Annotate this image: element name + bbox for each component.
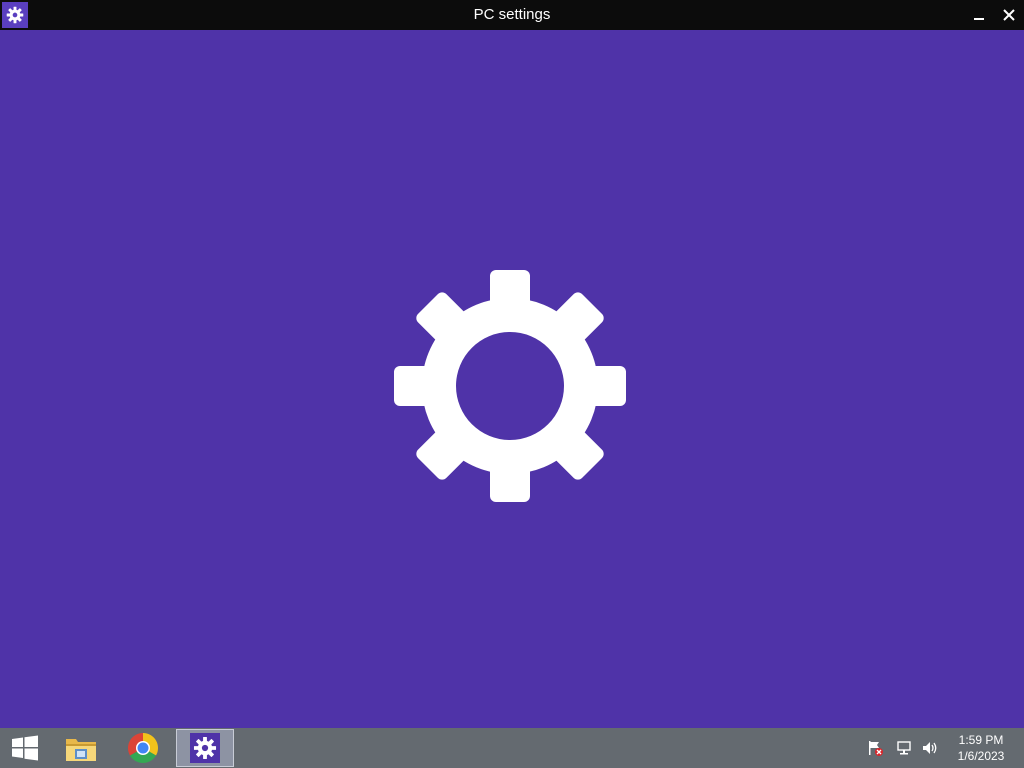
volume-icon [923,742,937,754]
close-icon [1003,9,1015,21]
clock-date: 1/6/2023 [957,749,1005,763]
minimize-button[interactable] [964,0,994,30]
settings-gear-icon [193,736,217,760]
chrome-icon [127,733,159,764]
chrome-button[interactable] [114,729,172,767]
system-clock[interactable]: 1:59 PM 1/6/2023 [946,732,1016,764]
action-center-button[interactable] [864,728,886,768]
clock-time: 1:59 PM [958,733,1004,747]
start-button[interactable] [0,729,50,767]
splash-screen [0,30,1024,728]
window-title: PC settings [473,6,551,23]
volume-button[interactable] [918,728,942,768]
action-center-flag-icon [869,741,883,756]
windows-start-icon [12,735,38,761]
close-button[interactable] [994,0,1024,30]
minimize-icon [974,18,984,20]
taskbar: 1:59 PM 1/6/2023 [0,728,1024,768]
gear-icon [394,270,626,502]
file-explorer-button[interactable] [52,729,110,767]
network-icon [897,741,911,755]
file-explorer-icon [66,739,96,761]
network-button[interactable] [894,728,916,768]
title-bar: PC settings [0,0,1024,30]
pc-settings-taskbar-button[interactable] [176,729,234,767]
